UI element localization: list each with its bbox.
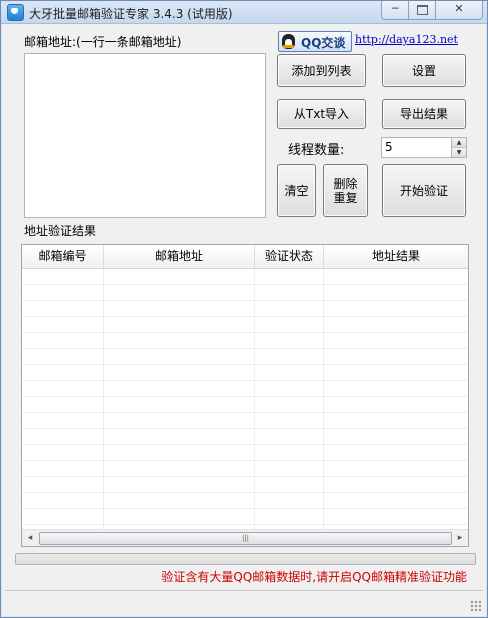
table-row (22, 285, 468, 301)
thread-count-value[interactable]: 5 (385, 140, 393, 154)
maximize-icon (416, 5, 428, 15)
table-row (22, 381, 468, 397)
settings-button[interactable]: 设置 (382, 54, 466, 87)
column-header-verify-status[interactable]: 验证状态 (255, 245, 324, 268)
email-input-textarea[interactable] (24, 53, 266, 218)
table-row (22, 477, 468, 493)
table-row (22, 269, 468, 285)
horizontal-scrollbar[interactable]: ◂ ||| ▸ (22, 529, 468, 546)
export-results-button[interactable]: 导出结果 (382, 99, 466, 129)
start-verify-button[interactable]: 开始验证 (382, 164, 466, 217)
scroll-right-arrow-icon[interactable]: ▸ (452, 530, 468, 546)
main-window: 大牙批量邮箱验证专家 3.4.3 (试用版) ─ ✕ 邮箱地址:(一行一条邮箱地… (0, 0, 488, 618)
column-divider (323, 269, 324, 529)
qq-chat-button[interactable]: QQ交谈 (278, 31, 352, 52)
column-header-email-address[interactable]: 邮箱地址 (104, 245, 255, 268)
qq-penguin-icon (282, 34, 295, 49)
table-row (22, 365, 468, 381)
remove-duplicates-label-1: 删除 (333, 176, 358, 191)
table-row (22, 429, 468, 445)
resize-grip-icon[interactable] (470, 600, 481, 611)
verification-progress-bar (15, 553, 476, 565)
add-to-list-button[interactable]: 添加到列表 (277, 54, 366, 87)
close-button[interactable]: ✕ (435, 1, 483, 20)
app-logo-icon (7, 4, 24, 21)
column-header-email-id[interactable]: 邮箱编号 (22, 245, 104, 268)
column-header-address-result[interactable]: 地址结果 (324, 245, 468, 268)
spinner-down-icon[interactable]: ▼ (451, 148, 466, 157)
qq-chat-label: QQ交谈 (301, 36, 346, 50)
table-row (22, 461, 468, 477)
spinner-up-icon[interactable]: ▲ (451, 138, 466, 148)
table-row (22, 397, 468, 413)
client-area: 邮箱地址:(一行一条邮箱地址) QQ交谈 http://daya123.net … (5, 24, 483, 613)
window-title: 大牙批量邮箱验证专家 3.4.3 (试用版) (29, 7, 233, 21)
table-row (22, 301, 468, 317)
results-table-body (22, 269, 468, 529)
qq-verify-notice: 验证含有大量QQ邮箱数据时,请开启QQ邮箱精准验证功能 (161, 570, 467, 584)
column-divider (254, 269, 255, 529)
email-input-label: 邮箱地址:(一行一条邮箱地址) (24, 35, 182, 49)
website-link[interactable]: http://daya123.net (355, 33, 458, 46)
table-row (22, 349, 468, 365)
scrollbar-thumb[interactable]: ||| (39, 532, 452, 545)
results-table[interactable]: 邮箱编号 邮箱地址 验证状态 地址结果 ◂ ||| ▸ (21, 244, 469, 547)
results-table-header: 邮箱编号 邮箱地址 验证状态 地址结果 (22, 245, 468, 269)
status-bar (5, 590, 483, 613)
table-row (22, 333, 468, 349)
title-bar[interactable]: 大牙批量邮箱验证专家 3.4.3 (试用版) ─ ✕ (1, 1, 487, 24)
table-row (22, 317, 468, 333)
clear-button[interactable]: 清空 (277, 164, 316, 217)
remove-duplicates-button[interactable]: 删除 重复 (323, 164, 368, 217)
table-row (22, 493, 468, 509)
minimize-button[interactable]: ─ (381, 1, 409, 20)
maximize-button[interactable] (408, 1, 436, 20)
table-row (22, 445, 468, 461)
scroll-left-arrow-icon[interactable]: ◂ (22, 530, 38, 546)
import-txt-button[interactable]: 从Txt导入 (277, 99, 366, 129)
thread-count-label: 线程数量: (288, 143, 345, 158)
column-divider (103, 269, 104, 529)
table-row (22, 509, 468, 525)
thread-count-spinner[interactable]: 5 ▲ ▼ (381, 137, 467, 158)
table-row (22, 413, 468, 429)
remove-duplicates-label-2: 重复 (333, 190, 358, 205)
results-section-label: 地址验证结果 (24, 224, 97, 238)
